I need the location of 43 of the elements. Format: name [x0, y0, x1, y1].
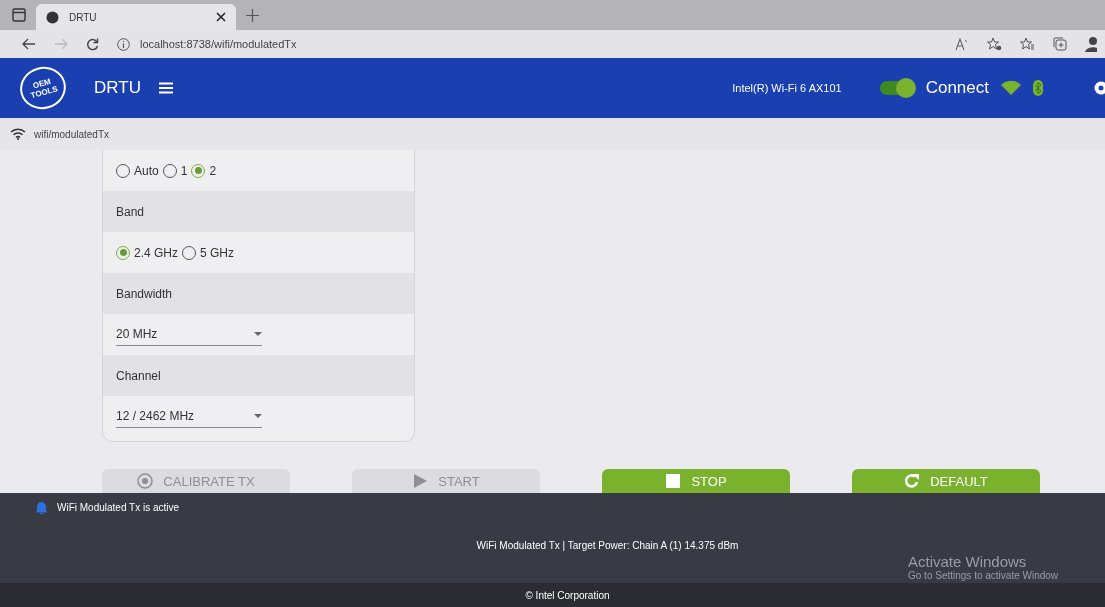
play-icon [412, 473, 429, 489]
close-icon[interactable] [216, 12, 226, 22]
activation-notice-text: Go to Settings to activate Window [908, 570, 1059, 581]
favorites-icon[interactable] [1020, 37, 1035, 51]
target-icon [137, 473, 154, 489]
app-name: DRTU [94, 78, 141, 98]
copyright-text: © Intel Corporation [525, 589, 610, 601]
new-tab-icon[interactable] [246, 8, 259, 22]
connect-label: Connect [925, 78, 989, 98]
bell-icon [36, 501, 47, 514]
url-text[interactable]: localhost:8738/wifi/modulatedTx [140, 38, 297, 50]
back-arrow-icon[interactable] [22, 38, 36, 50]
radio-option[interactable]: 2.4 GHz [116, 245, 178, 260]
tab-actions-icon[interactable] [12, 8, 26, 22]
dropdown-field[interactable]: 20 MHz [116, 323, 262, 346]
browser-tab[interactable]: DRTU [36, 4, 236, 30]
radio-option[interactable]: Auto [116, 163, 159, 178]
radio-option[interactable]: 5 GHz [182, 245, 235, 260]
wifi-icon [1001, 81, 1021, 95]
dropdown-field[interactable]: 12 / 2462 MHz [116, 405, 262, 428]
breadcrumb-path: wifi/modulatedTx [34, 128, 110, 140]
caret-icon [254, 414, 262, 418]
stop-icon [665, 473, 682, 489]
collections-icon[interactable] [1053, 37, 1067, 51]
info-icon[interactable] [117, 37, 130, 51]
redo-icon [904, 473, 921, 489]
connect-toggle[interactable] [879, 81, 914, 95]
field-label: Channel [116, 368, 161, 383]
star-plus-icon[interactable] [987, 37, 1002, 51]
bluetooth-icon [1033, 80, 1043, 96]
field-label: Band [116, 204, 145, 219]
wifi-icon [10, 128, 26, 140]
read-aloud-icon[interactable] [955, 37, 969, 51]
notification-text: WiFi Modulated Tx is active [57, 502, 180, 513]
profile-avatar-icon[interactable] [1085, 36, 1097, 52]
field-label: Bandwidth [116, 286, 173, 301]
activation-notice-title: Activate Windows [908, 553, 1028, 570]
caret-icon [254, 332, 262, 336]
tab-title: DRTU [69, 11, 98, 23]
adapter-name: Intel(R) Wi-Fi 6 AX101 [732, 82, 842, 94]
reload-icon[interactable] [86, 37, 99, 51]
status-text: WiFi Modulated Tx | Target Power: Chain A (1) 14.375 dBm [475, 540, 740, 551]
menu-icon[interactable] [158, 82, 173, 94]
